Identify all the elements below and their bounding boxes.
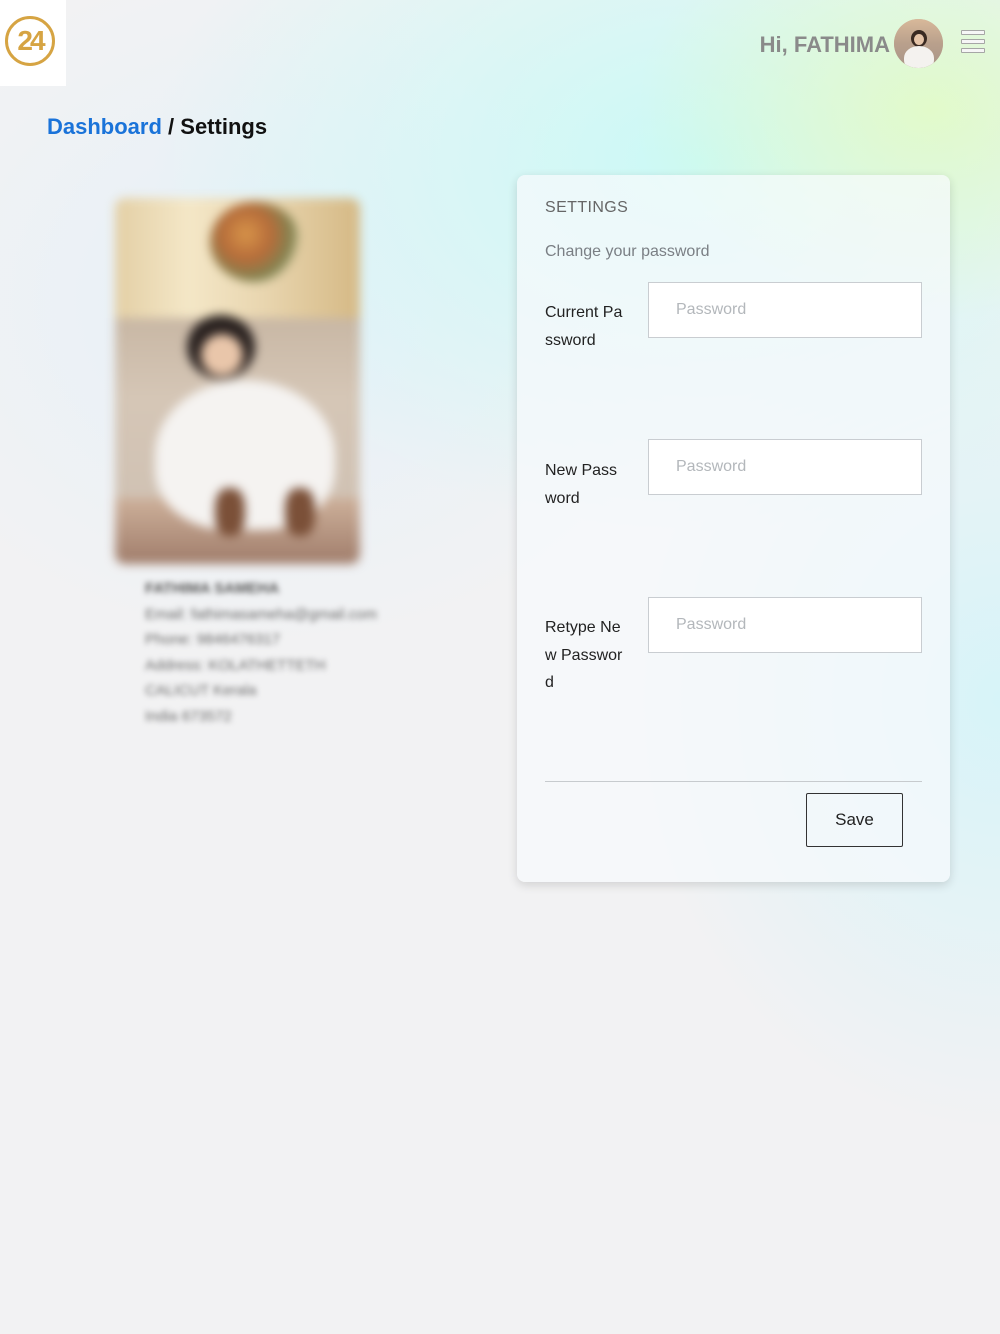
current-password-input[interactable] [648,282,922,338]
breadcrumb-separator: / [161,114,181,139]
profile-address: Address: KOLATHETTETH [145,656,326,674]
menu-bar [961,48,985,53]
retype-password-label: Retype New Password [545,619,623,691]
avatar-face [914,34,924,45]
profile-city: CALICUT Kerala [145,682,257,699]
settings-card: SETTINGS Change your password Current Pa… [517,175,950,882]
logo-container[interactable]: 24 [0,0,66,86]
photo-face [201,334,243,376]
breadcrumb-current: Settings [180,114,268,139]
profile-email: Email: fathimasameha@gmail.com [145,605,377,623]
breadcrumb-dashboard-link[interactable]: Dashboard [47,114,162,139]
profile-name: FATHIMA SAMEHA [145,580,280,597]
new-password-input[interactable] [648,439,922,495]
logo[interactable]: 24 [5,16,55,66]
save-button[interactable]: Save [806,793,903,847]
retype-password-input[interactable] [648,597,922,653]
settings-title: SETTINGS [545,199,629,216]
profile-phone: Phone: 9846476317 [145,631,281,648]
profile-details: FATHIMA SAMEHA Email: fathimasameha@gmai… [145,576,445,729]
photo-leg [285,488,315,536]
current-password-label: Current Password [545,304,623,349]
new-password-label: New Password [545,462,618,507]
photo-flowers [210,202,300,282]
menu-bar [961,39,985,44]
profile-country: India 673572 [145,707,232,725]
top-bar: 24 Hi, FATHIMA [0,0,1000,86]
breadcrumb: Dashboard / Settings [47,114,267,140]
hamburger-menu-icon[interactable] [961,30,987,54]
user-greeting: Hi, FATHIMA [759,32,890,57]
photo-leg [215,488,245,536]
divider [545,781,922,782]
profile-photo [115,198,360,564]
menu-bar [961,30,985,35]
avatar-dress [904,46,934,68]
user-avatar[interactable] [894,19,943,68]
settings-subtitle: Change your password [545,243,710,260]
